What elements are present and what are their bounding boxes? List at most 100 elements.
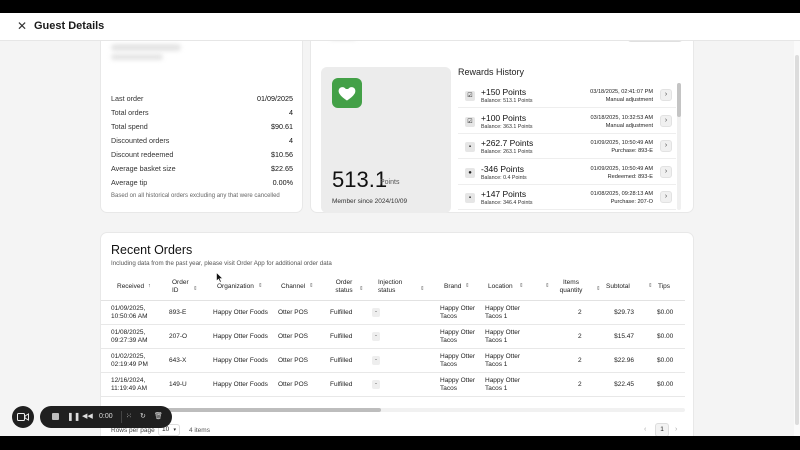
pause-icon[interactable]: ❚❚ [67,411,80,423]
cell-subtotal: $22.45 [614,381,634,388]
history-balance: Balance: 263.1 Points [481,149,533,155]
table-row[interactable]: 01/09/2025, 10:50:06 AM 893-E Happy Otte… [101,301,685,325]
cell-organization: Happy Otter Foods [213,309,268,316]
sort-icon[interactable]: ⇕ [193,286,198,292]
history-points: -346 Points [481,163,524,174]
cell-organization: Happy Otter Foods [213,381,268,388]
loyalty-logo [332,78,362,108]
orders-title: Recent Orders [111,243,193,257]
col-subtotal[interactable]: Subtotal [606,283,630,291]
check-square-icon: ☑ [465,116,475,127]
sort-icon[interactable]: ⇕ [420,286,425,292]
sort-icon[interactable]: ⇕ [309,283,314,289]
trash-icon[interactable]: 🗑 [154,411,163,423]
col-tips[interactable]: Tips [658,283,670,291]
table-row[interactable]: 01/02/2025, 02:19:49 PM 643-X Happy Otte… [101,349,685,373]
cell-qty: 2 [578,333,582,340]
history-date: 01/09/2025, 10:50:49 AM [590,165,653,172]
cell-channel: Otter POS [278,381,308,388]
stat-average-basket: Average basket size $22.65 [111,164,293,173]
cell-brand: Happy Otter Tacos [440,353,476,368]
cell-order-id: 207-O [169,333,188,340]
history-points: +147 Points [481,189,527,199]
sort-icon[interactable]: ⇕ [545,283,550,289]
sort-icon[interactable]: ⇕ [596,286,601,292]
history-balance: Balance: 513.1 Points [481,98,533,104]
mouse-cursor-icon [216,272,224,283]
page-title: Guest Details [34,20,105,32]
member-since: Member since 2024/10/09 [332,198,408,205]
page-scrollbar[interactable] [794,41,800,436]
rewind-icon[interactable]: ◀◀ [82,411,93,423]
cell-order-id: 643-X [169,357,187,364]
guest-stats-card: Last order 01/09/2025 Total orders 4 Total… [100,41,303,213]
cell-injection-status: - [372,332,380,341]
orders-subtitle: Including data from the past year, pleas… [111,260,332,267]
history-balance: Balance: 0.4 Points [481,174,527,181]
cell-injection-status: - [372,356,380,365]
col-location[interactable]: Location [488,283,513,291]
table-row[interactable]: 12/16/2024, 11:19:49 AM 149-U Happy Otte… [101,373,685,397]
cell-tips: $0.00 [657,357,674,364]
video-camera-icon [17,413,29,421]
sort-icon[interactable]: ⇕ [258,283,263,289]
history-desc: Purchase: 207-O [610,199,653,205]
cell-status: Fulfilled [330,333,353,340]
coin-icon: ● [465,167,475,178]
col-channel[interactable]: Channel [281,283,305,291]
cell-status: Fulfilled [330,309,353,316]
chevron-right-icon[interactable]: › [660,165,672,178]
col-brand[interactable]: Brand [444,283,461,291]
chevron-left-icon[interactable]: ‹ [644,426,646,433]
cell-location: Happy Otter Tacos 1 [485,329,521,344]
history-item: ☑ +100 Points Balance: 363.1 Points 03/1… [458,109,676,134]
restart-icon[interactable]: ↻ [140,411,146,423]
cell-subtotal: $22.96 [614,357,634,364]
grid-icon[interactable]: ⁙ [126,411,132,423]
cell-tips: $0.00 [657,309,674,316]
items-count: 4 items [189,427,210,434]
col-order-status[interactable]: Order status [333,279,355,295]
guest-name-blurred [111,44,181,51]
table-row[interactable]: 01/08/2025, 09:27:39 AM 207-O Happy Otte… [101,325,685,349]
sort-icon[interactable]: ⇕ [519,283,524,289]
points-unit: Points [380,179,400,186]
table-horizontal-scrollbar[interactable] [111,408,685,412]
bag-icon: ▪ [465,193,475,203]
chevron-right-icon[interactable]: › [660,140,672,152]
close-icon[interactable]: ✕ [15,19,29,33]
col-order-id[interactable]: Order ID [172,279,192,295]
cell-qty: 2 [578,309,582,316]
sort-asc-icon[interactable]: ↑ [148,283,151,289]
cell-organization: Happy Otter Foods [213,357,268,364]
col-items-quantity[interactable]: Items quantity [556,279,586,295]
col-received[interactable]: Received [117,283,144,291]
col-organization[interactable]: Organization [217,283,254,291]
page-button-current[interactable]: 1 [655,423,669,436]
col-injection-status[interactable]: Injection status [378,279,408,295]
history-scrollbar[interactable] [677,83,681,210]
cell-qty: 2 [578,357,582,364]
history-date: 03/18/2025, 10:32:53 AM [590,114,653,121]
chevron-right-icon[interactable]: › [660,191,672,203]
history-item: ☑ +150 Points Balance: 513.1 Points 03/1… [458,83,676,108]
camera-toggle-button[interactable] [12,406,34,428]
stop-icon[interactable] [52,413,59,420]
cell-qty: 2 [578,381,582,388]
cell-received: 12/16/2024, 11:19:49 AM [111,377,148,392]
chevron-right-icon[interactable]: › [660,114,672,127]
history-date: 01/08/2025, 09:28:13 AM [590,191,653,197]
sort-icon[interactable]: ⇕ [359,286,364,292]
stat-average-tip: Average tip 0.00% [111,178,293,187]
cell-channel: Otter POS [278,309,308,316]
chevron-right-icon[interactable]: › [675,426,677,433]
stats-note: Based on all historical orders excluding… [111,193,280,199]
sort-icon[interactable]: ⇕ [648,283,653,289]
sort-icon[interactable]: ⇕ [465,283,470,289]
chevron-right-icon[interactable]: › [660,89,672,101]
rows-per-page-label: Rows per page [111,427,155,434]
history-balance: Balance: 346.4 Points [481,200,533,206]
rewards-action-button[interactable] [627,41,683,42]
bag-icon: ▪ [465,142,475,152]
stat-last-order: Last order 01/09/2025 [111,94,293,103]
